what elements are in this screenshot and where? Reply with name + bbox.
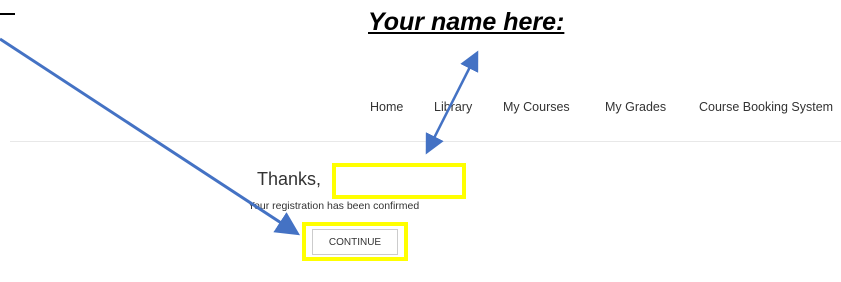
name-highlight-box — [332, 163, 466, 199]
annotation-title: Your name here: — [368, 8, 565, 36]
continue-button[interactable]: CONTINUE — [312, 229, 398, 255]
confirmation-text: Your registration has been confirmed — [248, 200, 420, 212]
corner-mark — [0, 0, 15, 15]
nav-item-home[interactable]: Home — [370, 100, 403, 114]
top-nav: Home Library My Courses My Grades Course… — [0, 100, 841, 120]
nav-item-course-booking-system[interactable]: Course Booking System — [699, 100, 833, 114]
nav-item-library[interactable]: Library — [434, 100, 472, 114]
nav-divider — [10, 141, 841, 142]
thanks-text: Thanks, — [257, 169, 322, 189]
nav-item-my-courses[interactable]: My Courses — [503, 100, 570, 114]
nav-item-my-grades[interactable]: My Grades — [605, 100, 666, 114]
